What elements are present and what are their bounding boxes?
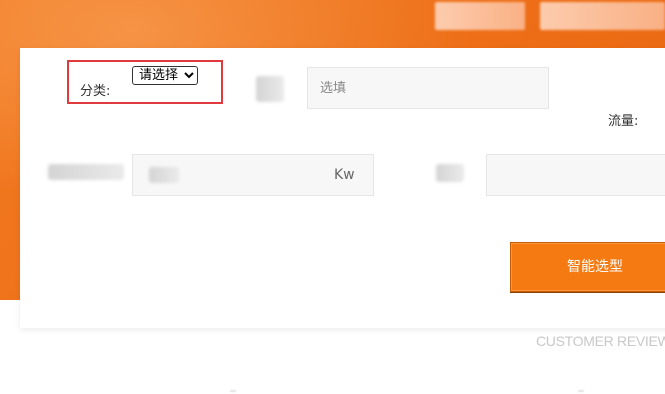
optional-field-input[interactable]: [307, 67, 549, 109]
selection-form-card: 分类: 请选择 流量: Kw 智能选型: [20, 48, 665, 328]
blurred-input-value: [149, 167, 179, 183]
decorative-mark: [578, 390, 584, 392]
decorative-mark: [230, 390, 236, 392]
blurred-field-label: [256, 76, 284, 102]
blurred-nav-item: [540, 2, 665, 30]
customer-review-heading: CUSTOMER REVIEW: [536, 333, 665, 349]
page: 分类: 请选择 流量: Kw 智能选型 CUSTOMER REVIEW: [0, 0, 665, 394]
category-label: 分类:: [80, 84, 111, 99]
blurred-field-label: [48, 164, 124, 180]
blurred-nav-item: [435, 2, 525, 30]
field-input[interactable]: [486, 154, 665, 196]
flow-label: 流量:: [608, 114, 639, 129]
power-unit: Kw: [334, 167, 355, 183]
category-select[interactable]: 请选择: [132, 66, 198, 85]
blurred-field-label: [436, 164, 464, 182]
smart-selection-button[interactable]: 智能选型: [510, 242, 665, 292]
